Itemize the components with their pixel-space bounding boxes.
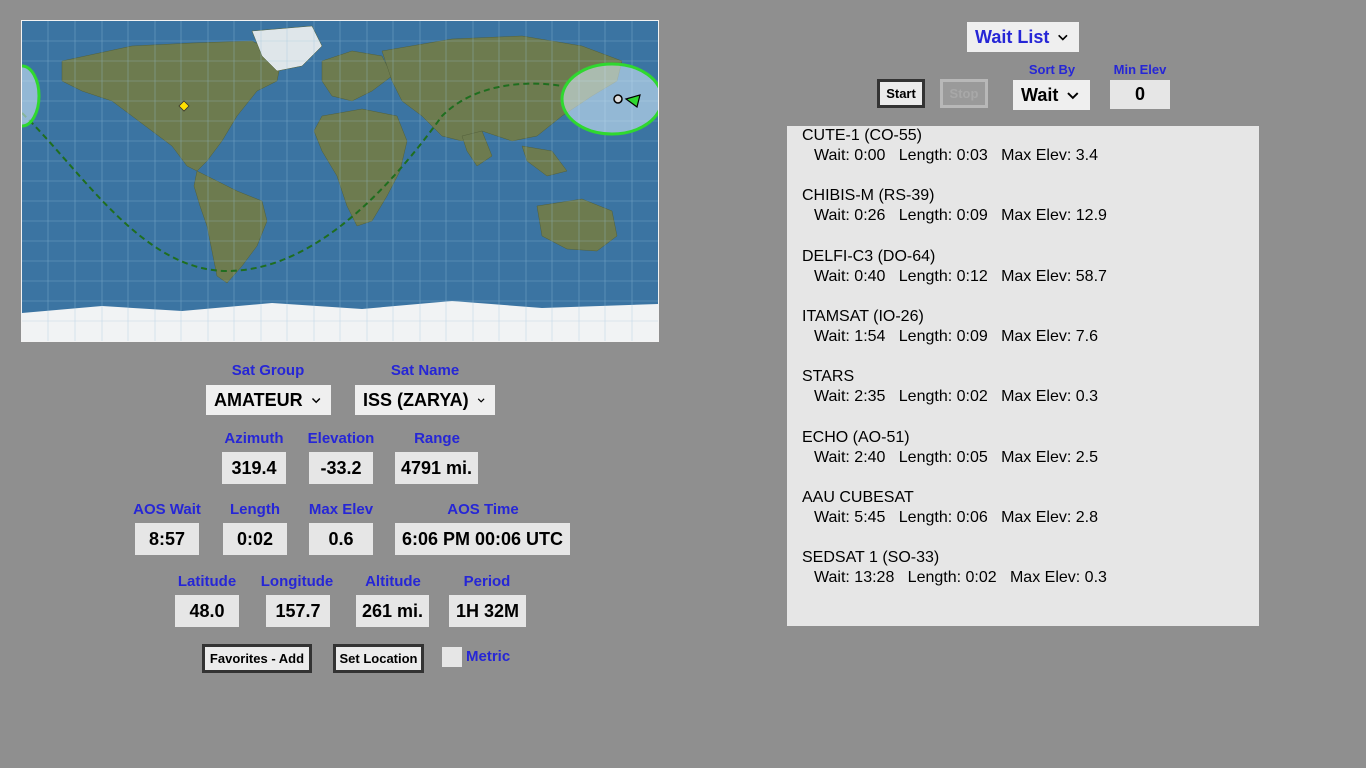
aos-time-value: 6:06 PM 00:06 UTC [395, 523, 570, 555]
sort-by-value: Wait [1021, 84, 1059, 105]
list-item-name: ECHO (AO-51) [802, 429, 910, 446]
mode-dropdown[interactable]: Wait List [967, 22, 1079, 52]
min-elev-input[interactable]: 0 [1110, 80, 1170, 109]
list-item[interactable]: AAU CUBESAT Wait: 5:45 Length: 0:06 Max … [802, 488, 1098, 528]
longitude-value: 157.7 [266, 595, 330, 627]
sort-by-dropdown[interactable]: Wait [1013, 80, 1090, 110]
length-value: 0:02 [223, 523, 287, 555]
list-item-details: Wait: 0:26 Length: 0:09 Max Elev: 12.9 [814, 207, 1107, 224]
list-item-name: ITAMSAT (IO-26) [802, 308, 924, 325]
sat-name-value: ISS (ZARYA) [363, 389, 469, 410]
latitude-value: 48.0 [175, 595, 239, 627]
list-item[interactable]: ITAMSAT (IO-26) Wait: 1:54 Length: 0:09 … [802, 307, 1098, 347]
altitude-value: 261 mi. [356, 595, 429, 627]
list-item-details: Wait: 13:28 Length: 0:02 Max Elev: 0.3 [814, 569, 1107, 586]
max-elev-value: 0.6 [309, 523, 373, 555]
wait-list[interactable]: CUTE-1 (CO-55) Wait: 0:00 Length: 0:03 M… [787, 126, 1259, 626]
period-value: 1H 32M [449, 595, 526, 627]
max-elev-label: Max Elev [308, 501, 374, 518]
list-item-details: Wait: 2:35 Length: 0:02 Max Elev: 0.3 [814, 388, 1099, 405]
chevron-down-icon [1058, 34, 1068, 41]
sort-by-label: Sort By [1028, 62, 1076, 77]
aos-wait-value: 8:57 [135, 523, 199, 555]
list-item[interactable]: DELFI-C3 (DO-64) Wait: 0:40 Length: 0:12… [802, 247, 1107, 287]
world-map[interactable] [21, 20, 659, 342]
sat-group-value: AMATEUR [214, 389, 303, 410]
list-item[interactable]: CHIBIS-M (RS-39) Wait: 0:26 Length: 0:09… [802, 186, 1107, 226]
list-item-details: Wait: 2:40 Length: 0:05 Max Elev: 2.5 [814, 449, 1099, 466]
elevation-label: Elevation [307, 430, 375, 447]
sat-name-dropdown[interactable]: ISS (ZARYA) [355, 385, 495, 415]
mode-value: Wait List [975, 26, 1050, 47]
start-button[interactable]: Start [877, 79, 925, 108]
latitude-label: Latitude [177, 573, 237, 590]
list-item-details: Wait: 0:00 Length: 0:03 Max Elev: 3.4 [814, 147, 1099, 164]
stop-button[interactable]: Stop [940, 79, 988, 108]
aos-wait-label: AOS Wait [133, 501, 201, 518]
list-item[interactable]: SEDSAT 1 (SO-33) Wait: 13:28 Length: 0:0… [802, 548, 1107, 588]
favorites-add-button[interactable]: Favorites - Add [202, 644, 312, 673]
list-item[interactable]: STARS Wait: 2:35 Length: 0:02 Max Elev: … [802, 367, 1098, 407]
list-item-name: STARS [802, 368, 855, 385]
satellite-footprint [560, 62, 658, 136]
min-elev-label: Min Elev [1113, 62, 1167, 77]
longitude-label: Longitude [260, 573, 334, 590]
period-label: Period [463, 573, 511, 590]
sat-group-dropdown[interactable]: AMATEUR [206, 385, 331, 415]
range-value: 4791 mi. [395, 452, 478, 484]
list-item-name: CHIBIS-M (RS-39) [802, 187, 935, 204]
set-location-button[interactable]: Set Location [333, 644, 424, 673]
list-item-name: SEDSAT 1 (SO-33) [802, 549, 940, 566]
chevron-down-icon [1067, 92, 1079, 100]
list-item-name: DELFI-C3 (DO-64) [802, 248, 936, 265]
world-map-canvas [22, 21, 658, 341]
metric-label: Metric [466, 648, 511, 665]
list-item-details: Wait: 1:54 Length: 0:09 Max Elev: 7.6 [814, 328, 1099, 345]
altitude-label: Altitude [365, 573, 421, 590]
azimuth-value: 319.4 [222, 452, 286, 484]
metric-checkbox[interactable] [442, 647, 462, 667]
satellite-marker [613, 94, 623, 104]
chevron-down-icon [477, 398, 485, 403]
sat-name-label: Sat Name [390, 362, 460, 379]
length-label: Length [230, 501, 280, 518]
chevron-down-icon [311, 397, 321, 404]
list-item-name: AAU CUBESAT [802, 489, 914, 506]
list-item[interactable]: CUTE-1 (CO-55) Wait: 0:00 Length: 0:03 M… [802, 126, 1098, 166]
elevation-value: -33.2 [309, 452, 373, 484]
azimuth-label: Azimuth [224, 430, 284, 447]
aos-time-label: AOS Time [447, 501, 519, 518]
list-item[interactable]: ECHO (AO-51) Wait: 2:40 Length: 0:05 Max… [802, 428, 1098, 468]
sat-group-label: Sat Group [231, 362, 305, 379]
list-item-name: CUTE-1 (CO-55) [802, 127, 923, 144]
list-item-details: Wait: 0:40 Length: 0:12 Max Elev: 58.7 [814, 268, 1107, 285]
range-label: Range [414, 430, 460, 447]
list-item-details: Wait: 5:45 Length: 0:06 Max Elev: 2.8 [814, 509, 1099, 526]
